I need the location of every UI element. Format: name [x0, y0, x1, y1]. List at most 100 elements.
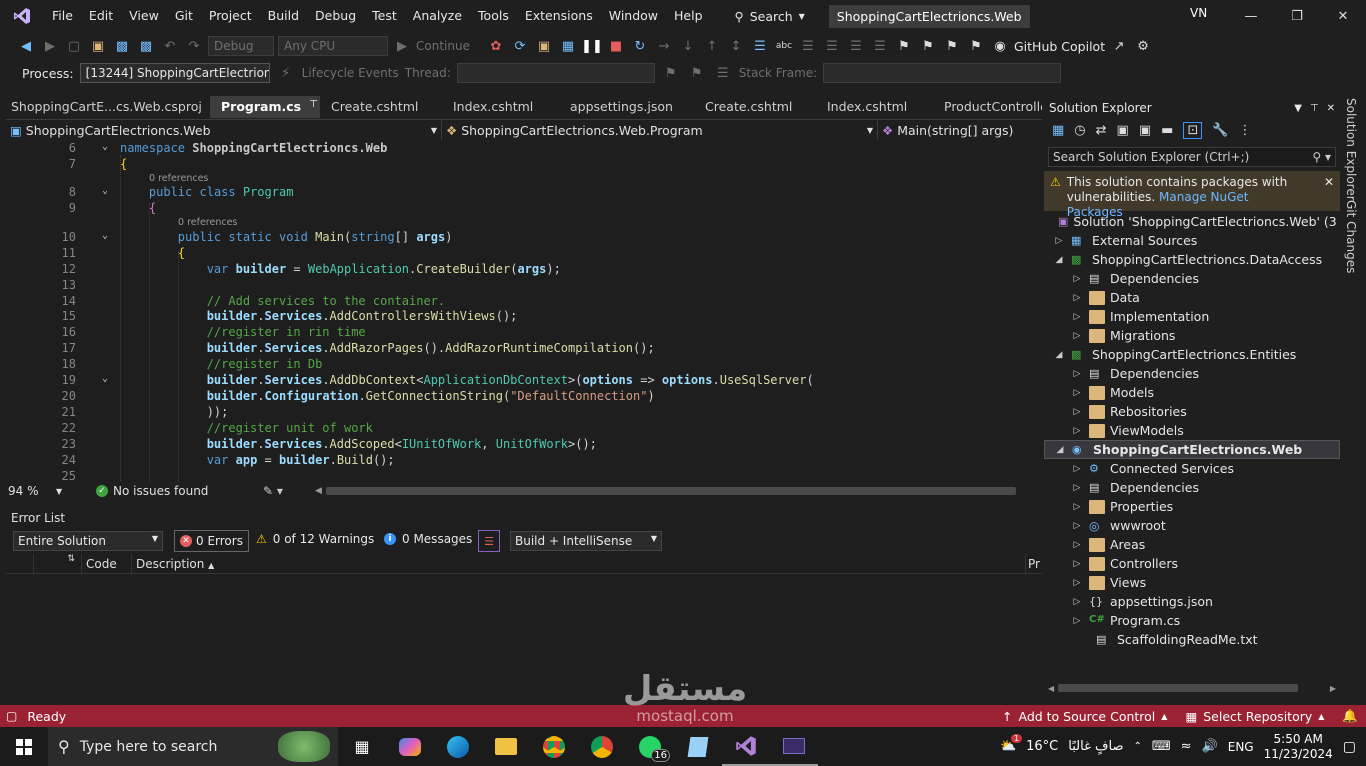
pin-icon[interactable]: ⊤	[1310, 103, 1319, 114]
save-all-icon[interactable]: ▩	[136, 36, 156, 56]
uncomment-icon[interactable]: ☰	[822, 36, 842, 56]
redo-icon[interactable]: ↷	[184, 36, 204, 56]
tab-create-cshtml-2[interactable]: Create.cshtml	[694, 96, 816, 118]
clear-bookmarks-icon[interactable]: ⚑	[966, 36, 986, 56]
weather-temp[interactable]: 16°C	[1026, 739, 1058, 754]
collapse-icon[interactable]: ⌄	[102, 141, 108, 152]
chevron-right-icon[interactable]: ▷	[1072, 464, 1082, 474]
sync-icon[interactable]: ⇄	[1096, 123, 1107, 138]
clock[interactable]: 5:50 AM 11/23/2024	[1264, 732, 1333, 762]
scope-combo[interactable]: Entire Solution ▼	[13, 531, 163, 551]
visual-studio-taskbar-icon[interactable]	[722, 727, 770, 766]
add-source-control[interactable]: Add to Source Control	[1018, 709, 1155, 724]
stack-frame-combo[interactable]	[823, 63, 1062, 83]
references-lens[interactable]: 0 references	[178, 217, 237, 228]
chevron-right-icon[interactable]: ▷	[1072, 388, 1082, 398]
view-class-diagram-icon[interactable]: ⊡	[1183, 122, 1203, 139]
chevron-right-icon[interactable]: ▷	[1072, 521, 1082, 531]
tab-csproj[interactable]: ShoppingCartE...cs.Web.csproj	[0, 96, 210, 118]
tree-entities-project[interactable]: ◢ ▩ ShoppingCartElectrioncs.Entities	[1044, 345, 1340, 364]
tree-appsettings[interactable]: ▷ {} appsettings.json	[1044, 592, 1340, 611]
project-combo[interactable]: ▣ ShoppingCartElectrioncs.Web ▼	[6, 120, 442, 140]
tab-product-controller[interactable]: ProductController.	[933, 96, 1042, 118]
tree-folder-viewmodels[interactable]: ▷ ViewModels	[1044, 421, 1340, 440]
tree-folder-areas[interactable]: ▷ Areas	[1044, 535, 1340, 554]
tree-dependencies-2[interactable]: ▷ ▤ Dependencies	[1044, 364, 1340, 383]
undo-icon[interactable]: ↶	[160, 36, 180, 56]
menu-window[interactable]: Window	[601, 0, 666, 32]
weather-icon[interactable]: ⛅ 1	[1000, 734, 1023, 754]
next-bookmark-icon[interactable]: ⚑	[942, 36, 962, 56]
menu-tools[interactable]: Tools	[470, 0, 517, 32]
copilot-app-icon[interactable]	[386, 727, 434, 766]
filter-threads-icon[interactable]: ⚑	[687, 63, 707, 83]
wifi-icon[interactable]: ≈	[1181, 739, 1192, 754]
menu-git[interactable]: Git	[167, 0, 201, 32]
tree-connected-services[interactable]: ▷ ⚙ Connected Services	[1044, 459, 1340, 478]
minimize-button[interactable]: —	[1228, 0, 1274, 32]
chevron-right-icon[interactable]: ▷	[1072, 407, 1082, 417]
brush-icon[interactable]: ✎ ▾	[263, 484, 315, 498]
chevron-down-icon[interactable]: ▼	[56, 487, 96, 496]
preview-icon[interactable]: ▬	[1161, 123, 1173, 138]
tree-dependencies-3[interactable]: ▷ ▤ Dependencies	[1044, 478, 1340, 497]
messages-filter-button[interactable]: i 0 Messages	[384, 532, 472, 546]
horizontal-scrollbar[interactable]	[325, 487, 1016, 495]
tree-wwwroot[interactable]: ▷ ◎ wwwroot	[1044, 516, 1340, 535]
menu-help[interactable]: Help	[666, 0, 711, 32]
continue-button[interactable]: Continue	[416, 39, 482, 53]
close-icon[interactable]: ✕	[1324, 175, 1334, 207]
chevron-right-icon[interactable]: ▷	[1054, 236, 1064, 246]
history-icon[interactable]: ◷	[1074, 123, 1085, 138]
task-view-icon[interactable]: ▦	[338, 727, 386, 766]
switch-views-icon[interactable]: ▦	[1052, 123, 1064, 138]
step-over-icon[interactable]: →	[654, 36, 674, 56]
settings-icon[interactable]: ⚙	[1133, 36, 1153, 56]
save-icon[interactable]: ▩	[112, 36, 132, 56]
close-window-button[interactable]: ✕	[1320, 0, 1366, 32]
comment-icon[interactable]: ☰	[798, 36, 818, 56]
references-lens[interactable]: 0 references	[149, 173, 208, 184]
menu-debug[interactable]: Debug	[307, 0, 364, 32]
chevron-down-icon[interactable]: ◢	[1055, 445, 1065, 455]
collapse-all-icon[interactable]: ▣	[1117, 123, 1129, 138]
forward-icon[interactable]: ▶	[40, 36, 60, 56]
close-icon[interactable]: ✕	[1327, 103, 1335, 114]
restart-debug-icon[interactable]: ↻	[630, 36, 650, 56]
collapse-icon[interactable]: ⌄	[102, 373, 108, 384]
errors-filter-button[interactable]: ✕ 0 Errors	[174, 530, 249, 552]
tree-scaffolding-readme[interactable]: ▤ ScaffoldingReadMe.txt	[1044, 630, 1340, 649]
chrome-profile-icon[interactable]	[578, 727, 626, 766]
platform-combo[interactable]: Any CPU	[278, 36, 388, 56]
tree-dependencies-1[interactable]: ▷ ▤ Dependencies	[1044, 269, 1340, 288]
chevron-right-icon[interactable]: ▷	[1072, 616, 1082, 626]
chevron-right-icon[interactable]: ▷	[1072, 293, 1082, 303]
search-button[interactable]: ⚲ Search ▼	[725, 9, 815, 24]
collapse-icon[interactable]: ⌄	[102, 185, 108, 196]
collapse-icon[interactable]: ⌄	[102, 230, 108, 241]
menu-build[interactable]: Build	[260, 0, 307, 32]
chevron-right-icon[interactable]: ▷	[1072, 483, 1082, 493]
pause-icon[interactable]: ❚❚	[581, 36, 603, 56]
warnings-filter-button[interactable]: ⚠ 0 of 12 Warnings	[256, 532, 374, 546]
indent-icon[interactable]: ☰	[846, 36, 866, 56]
tree-folder-implementation[interactable]: ▷ Implementation	[1044, 307, 1340, 326]
diagnostics-icon[interactable]: ☰	[750, 36, 770, 56]
restore-button[interactable]: ❐	[1274, 0, 1320, 32]
back-icon[interactable]: ◀	[16, 36, 36, 56]
volume-icon[interactable]: 🔊	[1202, 739, 1218, 754]
tree-web-project[interactable]: ◢ ◉ ShoppingCartElectrioncs.Web	[1044, 440, 1340, 459]
taskbar-search-input[interactable]: ⚲ Type here to search	[48, 727, 338, 766]
browse-icon[interactable]: ▣	[534, 36, 554, 56]
outdent-icon[interactable]: ☰	[870, 36, 890, 56]
git-changes-side-tab[interactable]: Git Changes	[1344, 200, 1358, 273]
menu-test[interactable]: Test	[364, 0, 405, 32]
play-icon[interactable]: ▶	[392, 36, 412, 56]
step-back-icon[interactable]: ↕	[726, 36, 746, 56]
tree-folder-models[interactable]: ▷ Models	[1044, 383, 1340, 402]
chevron-down-icon[interactable]: ◢	[1054, 255, 1064, 265]
solution-search-input[interactable]: Search Solution Explorer (Ctrl+;) ⚲ ▾	[1048, 147, 1336, 167]
class-combo[interactable]: ❖ ShoppingCartElectrioncs.Web.Program ▼	[442, 120, 878, 140]
hot-reload-icon[interactable]: ✿	[486, 36, 506, 56]
menu-view[interactable]: View	[121, 0, 167, 32]
